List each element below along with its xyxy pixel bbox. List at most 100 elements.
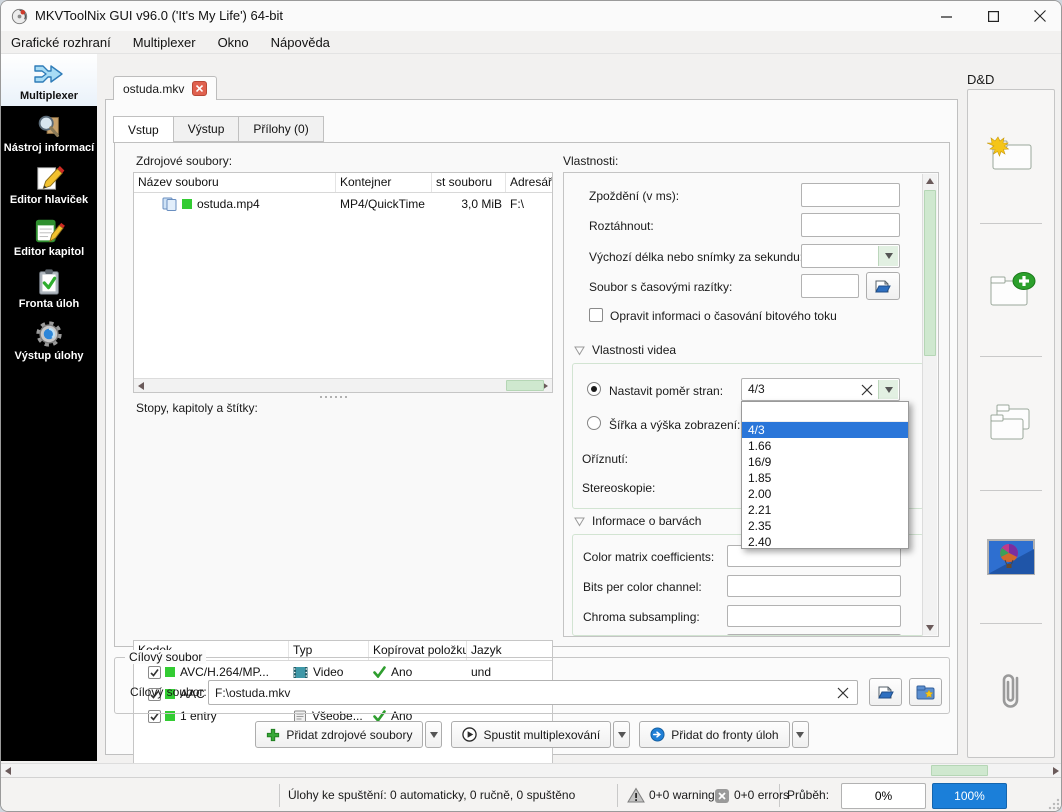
dropdown-option[interactable]: 1.85	[742, 470, 908, 486]
dropdown-option-empty[interactable]	[742, 402, 908, 422]
folders-stack-icon	[990, 404, 1030, 440]
minimize-button[interactable]	[923, 1, 969, 31]
stretch-label: Roztáhnout:	[589, 219, 654, 233]
tab-input[interactable]: Vstup	[113, 116, 174, 143]
clear-x-icon[interactable]	[837, 687, 849, 699]
destination-new-folder-button[interactable]	[909, 678, 942, 706]
bits-per-channel-input[interactable]	[727, 575, 901, 597]
chevron-down-icon	[884, 386, 893, 393]
resize-grip[interactable]	[1048, 798, 1060, 810]
progress-current-box: 0%	[841, 783, 926, 809]
window-hscrollbar[interactable]	[1, 763, 1061, 777]
section-collapse-icon[interactable]	[574, 346, 585, 356]
delay-input[interactable]	[801, 183, 900, 207]
display-size-label: Šířka a výška zobrazení:	[609, 418, 741, 432]
destination-field-label: Cílový soubor:	[130, 685, 207, 699]
queue-arrow-icon	[650, 727, 665, 742]
start-multiplexing-button[interactable]: Spustit multiplexování	[451, 721, 612, 748]
dnd-attachment-target[interactable]	[968, 624, 1054, 757]
balloon-photo-icon	[987, 539, 1035, 576]
timestamp-file-input[interactable]	[801, 274, 859, 298]
titlebar: MKVToolNix GUI v96.0 ('It's My Life') 64…	[1, 1, 1061, 31]
dnd-drop-panel	[967, 89, 1055, 758]
hscroll-thumb[interactable]	[506, 380, 544, 391]
vscroll-thumb[interactable]	[924, 190, 936, 356]
progress-total-box: 100%	[932, 783, 1007, 809]
menu-gui[interactable]: Grafické rozhraní	[11, 35, 111, 50]
dropdown-option[interactable]: 1.66	[742, 438, 908, 454]
clear-x-icon[interactable]	[861, 384, 873, 396]
sidebar-item-job-output[interactable]: Výstup úlohy	[1, 314, 97, 366]
add-to-job-queue-button[interactable]: Přidat do fronty úloh	[639, 721, 790, 748]
dropdown-option[interactable]: 2.21	[742, 502, 908, 518]
destination-group-label: Cílový soubor	[125, 650, 207, 664]
video-section-label: Vlastnosti videa	[592, 343, 677, 357]
add-source-files-button[interactable]: Přidat zdrojové soubory	[255, 721, 424, 748]
errors-icon	[715, 789, 729, 803]
file-tab[interactable]: ostuda.mkv	[113, 76, 218, 100]
section-collapse-icon[interactable]	[574, 517, 585, 527]
sidebar-item-job-queue[interactable]: Fronta úloh	[1, 262, 97, 314]
dnd-new-folder-target[interactable]	[968, 90, 1054, 223]
aspect-ratio-radio[interactable]	[587, 382, 601, 396]
plus-icon	[267, 728, 280, 741]
splitter-handle[interactable]	[320, 396, 322, 398]
bits-per-channel-label: Bits per color channel:	[583, 580, 702, 594]
add-source-files-menu-button[interactable]	[425, 721, 443, 748]
tab-close-icon	[196, 85, 204, 92]
cropping-label: Oříznutí:	[582, 452, 629, 466]
menu-help[interactable]: Nápověda	[271, 35, 330, 50]
progress-label: Průběh:	[787, 788, 830, 802]
sidebar-item-multiplexer[interactable]: Multiplexer	[1, 54, 97, 106]
combo-dropdown-button[interactable]	[878, 246, 898, 266]
file-icon	[162, 197, 177, 211]
display-size-radio[interactable]	[587, 416, 601, 430]
color-matrix-label: Color matrix coefficients:	[583, 550, 715, 564]
dropdown-option[interactable]: 2.35	[742, 518, 908, 534]
sidebar-item-info-tool[interactable]: Nástroj informací	[1, 106, 97, 158]
hscroll-thumb[interactable]	[931, 765, 988, 776]
info-tool-magnifier-icon	[38, 115, 60, 137]
chevron-down-icon	[796, 731, 805, 738]
statusbar-separator	[779, 784, 780, 807]
scroll-left-icon	[138, 382, 144, 390]
dnd-image-target[interactable]	[968, 491, 1054, 624]
stretch-input[interactable]	[801, 213, 900, 237]
add-to-job-queue-menu-button[interactable]	[791, 721, 809, 748]
destination-file-input[interactable]: F:\ostuda.mkv	[208, 680, 858, 705]
dropdown-option[interactable]: 2.00	[742, 486, 908, 502]
dropdown-option[interactable]: 4/3	[742, 422, 908, 438]
default-duration-combobox[interactable]	[801, 244, 900, 268]
combo-dropdown-button[interactable]	[878, 380, 898, 399]
chevron-down-icon	[429, 731, 438, 738]
warnings-text: 0+0 warnings	[649, 788, 721, 802]
tab-output[interactable]: Výstup	[172, 116, 240, 142]
source-file-row[interactable]: ostuda.mp4 MP4/QuickTime 3,0 MiB F:\	[134, 193, 552, 215]
destination-browse-button[interactable]	[869, 678, 902, 706]
next-colour-input[interactable]	[727, 634, 901, 635]
fix-timing-checkbox[interactable]	[589, 308, 603, 322]
sidebar-item-header-editor[interactable]: Editor hlaviček	[1, 158, 97, 210]
timestamp-browse-button[interactable]	[866, 272, 900, 300]
chroma-subsampling-input[interactable]	[727, 605, 901, 627]
maximize-button[interactable]	[970, 1, 1016, 31]
stereoscopy-label: Stereoskopie:	[582, 481, 656, 495]
properties-vscrollbar[interactable]	[922, 174, 937, 635]
destination-group: Cílový soubor Cílový soubor: F:\ostuda.m…	[114, 650, 950, 714]
tab-attachments[interactable]: Přílohy (0)	[238, 116, 324, 142]
menu-multiplexer[interactable]: Multiplexer	[133, 35, 196, 50]
aspect-ratio-label: Nastavit poměr stran:	[609, 384, 724, 398]
app-window: MKVToolNix GUI v96.0 ('It's My Life') 64…	[0, 0, 1062, 812]
source-files-hscrollbar[interactable]	[134, 378, 552, 392]
sidebar-item-chapter-editor[interactable]: Editor kapitol	[1, 210, 97, 262]
job-queue-clipboard-icon	[39, 268, 59, 295]
tab-close-button[interactable]	[192, 81, 208, 96]
close-button[interactable]	[1017, 1, 1061, 31]
start-multiplexing-menu-button[interactable]	[613, 721, 631, 748]
dropdown-option[interactable]: 2.40	[742, 534, 908, 550]
dnd-add-folder-target[interactable]	[968, 224, 1054, 357]
aspect-ratio-combobox[interactable]: 4/3	[741, 378, 900, 401]
dnd-folders-target[interactable]	[968, 357, 1054, 490]
dropdown-option[interactable]: 16/9	[742, 454, 908, 470]
menu-window[interactable]: Okno	[218, 35, 249, 50]
